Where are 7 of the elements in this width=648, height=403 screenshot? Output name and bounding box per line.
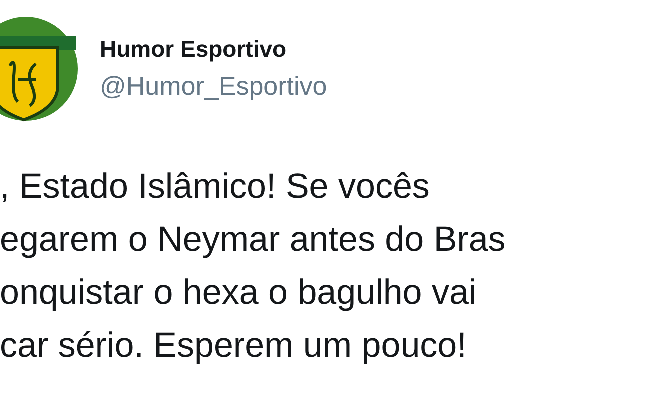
author-name: Humor Esportivo — [100, 35, 288, 64]
author-handle: @Humor_Esportivo — [100, 70, 328, 103]
tweet-text-line: , Estado Islâmico! Se vocês — [0, 166, 430, 208]
avatar-icon — [0, 16, 78, 122]
tweet-text-line: egarem o Neymar antes do Bras — [0, 219, 506, 261]
tweet-text-line: onquistar o hexa o bagulho vai — [0, 272, 477, 314]
tweet-text-line: car sério. Esperem um pouco! — [0, 325, 467, 367]
